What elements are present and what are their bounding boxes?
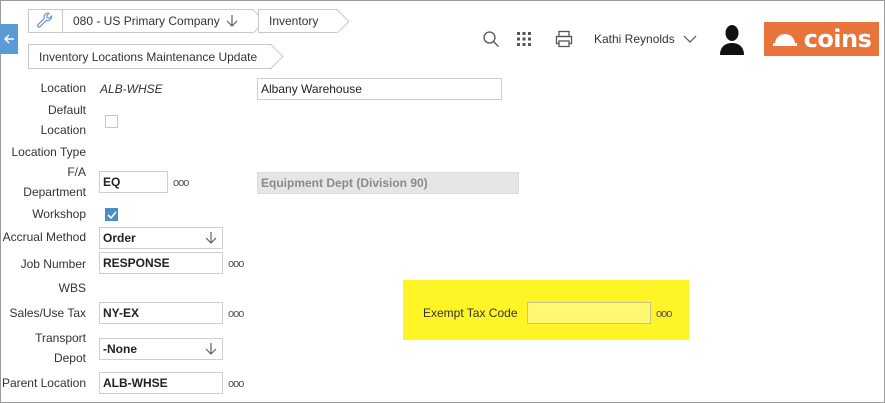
exempt-tax-code-label: Exempt Tax Code <box>423 306 518 320</box>
fa-department-value: EQ <box>103 175 121 189</box>
user-avatar-icon[interactable] <box>717 22 747 56</box>
job-number-value: RESPONSE <box>103 256 170 270</box>
fa-department-lookup-icon[interactable]: ooo <box>173 178 189 189</box>
apps-grid-icon[interactable] <box>514 29 534 49</box>
search-icon[interactable] <box>481 29 501 49</box>
sales-use-tax-label: Sales/Use Tax <box>9 306 86 320</box>
transport-depot-value: -None <box>103 342 137 356</box>
breadcrumb-inventory[interactable]: Inventory <box>258 9 338 33</box>
default-location-checkbox[interactable] <box>105 115 118 128</box>
transport-depot-label-2: Depot <box>53 351 86 365</box>
chevron-down-icon[interactable] <box>682 31 698 47</box>
job-number-label: Job Number <box>20 257 86 271</box>
transport-depot-select[interactable]: -None <box>99 338 223 360</box>
location-type-label: Location Type <box>11 145 86 159</box>
location-code: ALB-WHSE <box>100 82 163 96</box>
breadcrumb-current-page[interactable]: Inventory Locations Maintenance Update <box>28 44 272 69</box>
fa-department-label-1: F/A <box>67 165 86 179</box>
coins-logo: coins <box>764 22 879 56</box>
arrow-left-icon <box>4 34 14 44</box>
arrow-down-icon <box>226 15 238 27</box>
accrual-method-value: Order <box>103 231 136 245</box>
fa-department-description-field: Equipment Dept (Division 90) <box>257 172 519 194</box>
breadcrumb-tools[interactable] <box>28 9 62 33</box>
breadcrumb-company-label: 080 - US Primary Company <box>73 14 220 28</box>
checkmark-icon <box>106 210 117 219</box>
sales-use-tax-lookup-icon[interactable]: ooo <box>228 309 244 320</box>
workshop-checkbox[interactable] <box>105 208 118 221</box>
fa-department-description: Equipment Dept (Division 90) <box>261 176 428 190</box>
fa-department-field[interactable]: EQ <box>99 171 168 193</box>
sales-use-tax-value: NY-EX <box>103 306 140 320</box>
workshop-label: Workshop <box>32 207 86 221</box>
user-name[interactable]: Kathi Reynolds <box>594 32 675 46</box>
parent-location-label: Parent Location <box>1 376 86 390</box>
exempt-tax-code-field[interactable] <box>527 302 651 324</box>
job-number-field[interactable]: RESPONSE <box>99 252 223 274</box>
accrual-method-label: Accrual Method <box>2 230 86 244</box>
hard-hat-icon <box>772 34 797 46</box>
default-location-label-1: Default <box>47 103 86 117</box>
page-title: Inventory Locations Maintenance Update <box>39 49 258 64</box>
arrow-down-icon <box>205 343 217 355</box>
parent-location-lookup-icon[interactable]: ooo <box>228 379 244 390</box>
sales-use-tax-field[interactable]: NY-EX <box>99 302 223 324</box>
wbs-label: WBS <box>58 281 86 295</box>
transport-depot-label-1: Transport <box>35 331 86 345</box>
default-location-label-2: Location <box>40 123 86 137</box>
arrow-down-icon <box>205 232 217 244</box>
location-name-value: Albany Warehouse <box>261 82 362 96</box>
location-name-field[interactable]: Albany Warehouse <box>257 78 502 100</box>
parent-location-field[interactable]: ALB-WHSE <box>99 372 223 394</box>
exempt-tax-code-lookup-icon[interactable]: ooo <box>656 309 672 320</box>
print-icon[interactable] <box>553 29 575 49</box>
logo-text: coins <box>803 25 872 53</box>
location-label: Location <box>40 81 86 95</box>
job-number-lookup-icon[interactable]: ooo <box>228 259 244 270</box>
breadcrumb-company[interactable]: 080 - US Primary Company <box>62 9 254 33</box>
wrench-icon <box>37 12 53 28</box>
parent-location-value: ALB-WHSE <box>103 376 168 390</box>
back-button[interactable] <box>0 24 18 54</box>
accrual-method-select[interactable]: Order <box>99 227 223 249</box>
breadcrumb-inventory-label: Inventory <box>269 14 319 28</box>
fa-department-label-2: Department <box>23 185 86 199</box>
